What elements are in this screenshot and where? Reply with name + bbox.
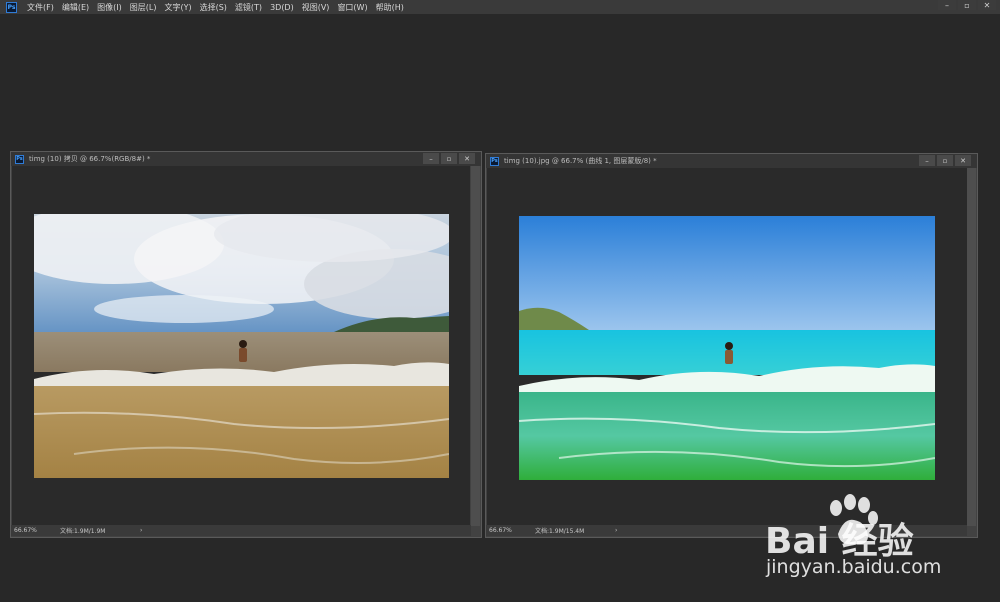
- app-window-controls: – ▫ ✕: [936, 0, 996, 10]
- beach-photo-adjusted: [519, 216, 935, 480]
- photoshop-logo-icon: Ps: [6, 1, 17, 13]
- status-bar: 66.67% 文档:1.9M/1.9M ›: [11, 525, 471, 536]
- restore-icon[interactable]: ▫: [441, 153, 457, 164]
- restore-icon[interactable]: ▫: [937, 155, 953, 166]
- status-arrow-icon[interactable]: ›: [615, 527, 635, 534]
- vertical-scrollbar[interactable]: [471, 166, 480, 526]
- minimize-icon[interactable]: –: [938, 0, 956, 10]
- restore-icon[interactable]: ▫: [958, 0, 976, 10]
- minimize-icon[interactable]: –: [423, 153, 439, 164]
- menu-type[interactable]: 文字(Y): [164, 2, 191, 13]
- menu-layer[interactable]: 图层(L): [130, 2, 157, 13]
- document-title-bar[interactable]: Ps timg (10).jpg @ 66.7% (曲线 1, 图层蒙版/8) …: [486, 154, 977, 168]
- vertical-scrollbar[interactable]: [967, 168, 976, 526]
- menu-help[interactable]: 帮助(H): [376, 2, 404, 13]
- zoom-level[interactable]: 66.67%: [11, 527, 60, 534]
- menu-image[interactable]: 图像(I): [97, 2, 122, 13]
- minimize-icon[interactable]: –: [919, 155, 935, 166]
- zoom-level[interactable]: 66.67%: [486, 527, 535, 534]
- document-window-controls: – ▫ ✕: [917, 155, 971, 166]
- photoshop-doc-icon: Ps: [490, 156, 499, 166]
- document-size: 文档:1.9M/15.4M: [535, 528, 585, 535]
- document-title: timg (10).jpg @ 66.7% (曲线 1, 图层蒙版/8) *: [504, 157, 657, 165]
- photoshop-doc-icon: Ps: [15, 154, 24, 164]
- menu-3d[interactable]: 3D(D): [270, 3, 294, 12]
- menu-filter[interactable]: 滤镜(T): [235, 2, 262, 13]
- watermark-url: jingyan.baidu.com: [766, 556, 942, 578]
- close-icon[interactable]: ✕: [978, 0, 996, 10]
- beach-photo-original: [34, 214, 449, 478]
- menu-view[interactable]: 视图(V): [302, 2, 330, 13]
- status-arrow-icon[interactable]: ›: [140, 527, 160, 534]
- document-size: 文档:1.9M/1.9M: [60, 528, 106, 535]
- menu-window[interactable]: 窗口(W): [337, 2, 367, 13]
- document-window-controls: – ▫ ✕: [421, 153, 475, 164]
- menu-edit[interactable]: 编辑(E): [62, 2, 89, 13]
- menu-select[interactable]: 选择(S): [200, 2, 227, 13]
- document-window-curves[interactable]: Ps timg (10).jpg @ 66.7% (曲线 1, 图层蒙版/8) …: [485, 153, 978, 538]
- document-window-copy[interactable]: Ps timg (10) 拷贝 @ 66.7%(RGB/8#) * – ▫ ✕: [10, 151, 482, 538]
- document-title: timg (10) 拷贝 @ 66.7%(RGB/8#) *: [29, 155, 151, 163]
- close-icon[interactable]: ✕: [955, 155, 971, 166]
- close-icon[interactable]: ✕: [459, 153, 475, 164]
- document-title-bar[interactable]: Ps timg (10) 拷贝 @ 66.7%(RGB/8#) * – ▫ ✕: [11, 152, 481, 166]
- menu-bar: Ps 文件(F) 编辑(E) 图像(I) 图层(L) 文字(Y) 选择(S) 滤…: [0, 0, 1000, 14]
- menu-file[interactable]: 文件(F): [27, 2, 54, 13]
